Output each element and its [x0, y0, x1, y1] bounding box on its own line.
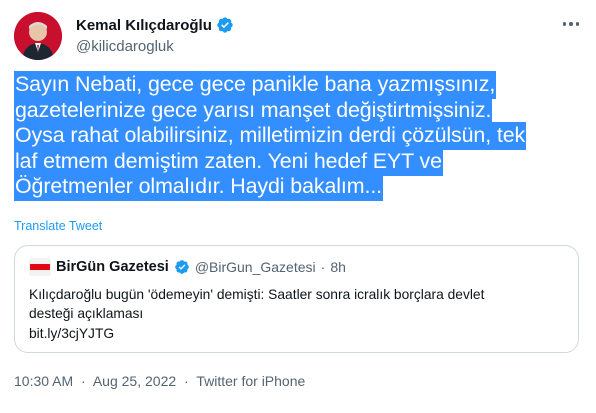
separator-dot: · [184, 373, 189, 389]
quoted-timestamp[interactable]: 8h [330, 259, 346, 275]
translate-tweet-link[interactable]: Translate Tweet [14, 219, 102, 233]
quoted-tweet[interactable]: BirGün Gazetesi @BirGun_Gazetesi · 8h Kı… [14, 245, 579, 353]
tweet-text-line: laf etmem demiştim zaten. Yeni hedef EYT… [14, 147, 443, 176]
tweet-card: Kemal Kılıçdaroğlu @kilicdarogluk Sayın … [0, 0, 596, 413]
birgun-logo-icon [29, 258, 51, 276]
tweet-date[interactable]: Aug 25, 2022 [93, 373, 176, 389]
author-name[interactable]: Kemal Kılıçdaroğlu [76, 17, 212, 34]
tweet-header: Kemal Kılıçdaroğlu @kilicdarogluk [14, 12, 584, 60]
tweet-meta: 10:30 AM · Aug 25, 2022 · Twitter for iP… [14, 373, 309, 389]
verified-badge-icon [217, 17, 233, 33]
tweet-text-line: Sayın Nebati, gece gece panikle bana yaz… [14, 71, 497, 99]
tweet-text: Sayın Nebati, gece gece panikle bana yaz… [14, 71, 586, 202]
tweet-source[interactable]: Twitter for iPhone [196, 373, 305, 389]
author-name-row[interactable]: Kemal Kılıçdaroğlu [76, 16, 234, 34]
quoted-text-line: desteği açıklaması [29, 306, 144, 322]
author-handle[interactable]: @kilicdarogluk [76, 38, 174, 55]
separator-dot: · [320, 259, 326, 275]
quoted-author-handle[interactable]: @BirGun_Gazetesi [195, 259, 316, 275]
quoted-tweet-header: BirGün Gazetesi @BirGun_Gazetesi · 8h [29, 258, 346, 276]
more-options-icon[interactable] [558, 14, 584, 34]
quoted-avatar[interactable] [29, 258, 51, 276]
quoted-author-name[interactable]: BirGün Gazetesi [56, 259, 169, 275]
quoted-text-line: Kılıçdaroğlu bugün 'ödemeyin' demişti: S… [29, 287, 485, 302]
separator-dot: · [81, 373, 86, 389]
verified-badge-icon [174, 260, 189, 274]
tweet-text-line: gazetelerinize gece yarısı manşet değişt… [14, 96, 493, 125]
quoted-tweet-text: Kılıçdaroğlu bugün 'ödemeyin' demişti: S… [29, 285, 569, 343]
tweet-time[interactable]: 10:30 AM [14, 373, 73, 389]
tweet-text-line: Oysa rahat olabilirsiniz, milletimizin d… [14, 122, 527, 151]
tweet-text-line: Öğretmenler olmalıdır. Haydi bakalım... [14, 173, 384, 202]
avatar[interactable] [14, 12, 62, 60]
quoted-link[interactable]: bit.ly/3cjYJTG [29, 324, 569, 343]
